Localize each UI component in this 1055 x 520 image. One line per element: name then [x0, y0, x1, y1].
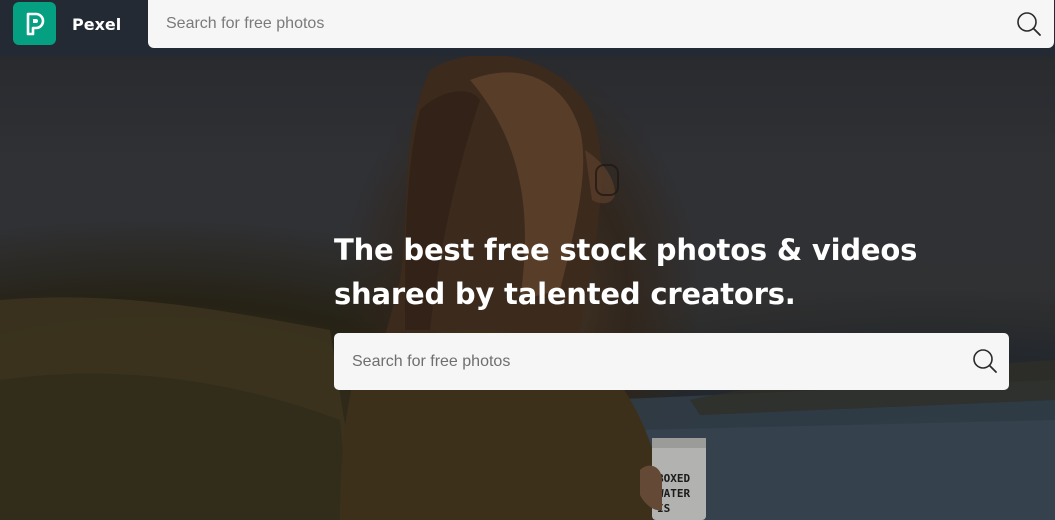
pexels-logo-icon — [26, 12, 44, 35]
hero-search-bar[interactable] — [334, 333, 1009, 390]
hero-background: BOXED WATER IS The best free stock photo… — [0, 0, 1055, 520]
hero-search-input[interactable] — [334, 333, 954, 390]
hero-headline: The best free stock photos & videos shar… — [334, 233, 918, 311]
header-search-button[interactable] — [1014, 10, 1042, 38]
search-icon — [973, 349, 997, 373]
brand-name[interactable]: Pexel — [72, 15, 121, 35]
hero-search-button[interactable] — [970, 347, 998, 375]
header-search-input[interactable] — [148, 0, 1008, 48]
header-search-bar[interactable] — [148, 0, 1054, 48]
top-navbar: Pexel — [0, 0, 1055, 56]
search-icon — [1017, 12, 1041, 36]
logo[interactable] — [13, 2, 56, 45]
